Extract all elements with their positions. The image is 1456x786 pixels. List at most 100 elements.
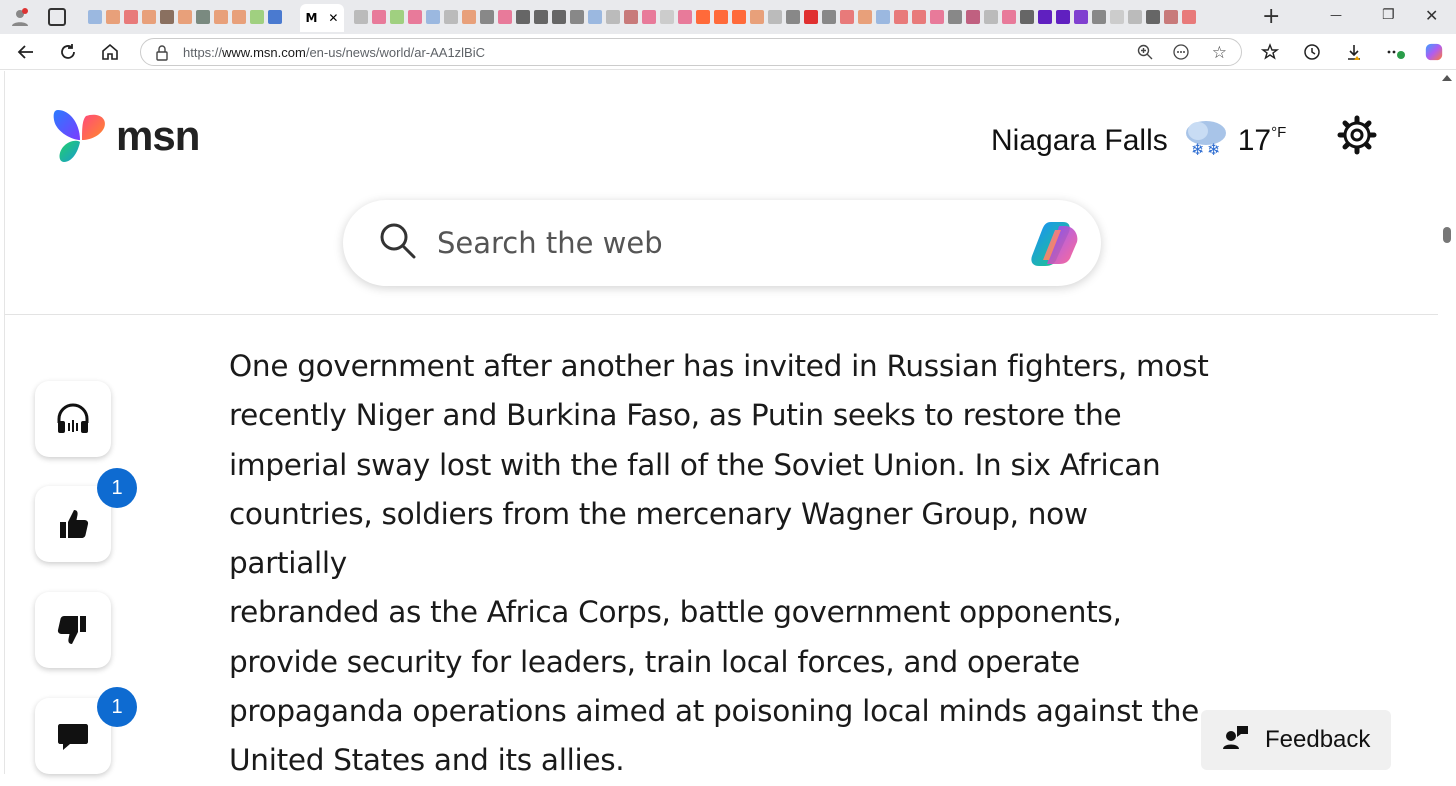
tab-favicon[interactable] <box>840 10 854 24</box>
msn-logo[interactable]: msn <box>50 106 200 166</box>
url-field[interactable]: https://www.msn.com/en-us/news/world/ar-… <box>140 38 1242 66</box>
tab-favicon[interactable] <box>498 10 512 24</box>
tab-favicon[interactable] <box>1002 10 1016 24</box>
tab-favicon[interactable] <box>948 10 962 24</box>
tab-favicon[interactable] <box>984 10 998 24</box>
tab-favicon[interactable] <box>142 10 156 24</box>
tab-favicon[interactable] <box>552 10 566 24</box>
history-icon[interactable] <box>1302 42 1322 62</box>
tab-favicon[interactable] <box>588 10 602 24</box>
extensions-icon[interactable] <box>1386 42 1406 62</box>
tab-favicon[interactable] <box>678 10 692 24</box>
listen-button[interactable] <box>35 381 111 457</box>
tab-favicon[interactable] <box>570 10 584 24</box>
tab-favicon[interactable] <box>714 10 728 24</box>
temp-unit: °F <box>1271 123 1287 141</box>
tab-favicon[interactable] <box>1092 10 1106 24</box>
zoom-icon[interactable] <box>1137 44 1153 63</box>
tab-favicon[interactable] <box>426 10 440 24</box>
reading-mode-icon[interactable] <box>1173 44 1189 63</box>
search-icon[interactable] <box>379 222 417 264</box>
copilot-icon[interactable] <box>1025 216 1085 274</box>
tab-favicon[interactable] <box>822 10 836 24</box>
tab-favicon[interactable] <box>232 10 246 24</box>
tab-favicon[interactable] <box>516 10 530 24</box>
tab-favicon[interactable] <box>1164 10 1178 24</box>
tab-favicon[interactable] <box>1038 10 1052 24</box>
tab-favicon[interactable] <box>642 10 656 24</box>
comment-icon <box>58 724 88 750</box>
profile-icon[interactable] <box>10 7 30 27</box>
dislike-button[interactable] <box>35 592 111 668</box>
feedback-button[interactable]: Feedback <box>1201 710 1391 770</box>
tab-favicon[interactable] <box>178 10 192 24</box>
tab-favicon[interactable] <box>624 10 638 24</box>
lock-icon[interactable] <box>155 45 169 64</box>
new-tab-button[interactable]: + <box>1262 4 1280 29</box>
tab-favicon[interactable] <box>660 10 674 24</box>
tab-favicon[interactable] <box>124 10 138 24</box>
close-window-icon[interactable]: ✕ <box>1425 6 1438 25</box>
tab-favicon[interactable] <box>214 10 228 24</box>
tab-favicon[interactable] <box>1074 10 1088 24</box>
tab-favicon[interactable] <box>696 10 710 24</box>
tab-favicon[interactable] <box>462 10 476 24</box>
refresh-icon[interactable] <box>58 42 78 62</box>
tab-favicon[interactable] <box>894 10 908 24</box>
favorite-star-icon[interactable]: ☆ <box>1212 43 1227 63</box>
tab-favicon[interactable] <box>786 10 800 24</box>
scroll-up-arrow[interactable] <box>1442 75 1452 81</box>
tab-favicon[interactable] <box>1020 10 1034 24</box>
settings-gear-icon[interactable] <box>1335 113 1379 157</box>
tab-favicon[interactable] <box>930 10 944 24</box>
tab-favicon[interactable] <box>408 10 422 24</box>
tab-actions-icon[interactable] <box>48 8 66 26</box>
tab-favicon[interactable] <box>1110 10 1124 24</box>
tab-favicon[interactable] <box>750 10 764 24</box>
tab-favicon[interactable] <box>534 10 548 24</box>
favorites-icon[interactable] <box>1260 42 1280 62</box>
tab-favicon[interactable] <box>390 10 404 24</box>
restore-button[interactable]: ❐ <box>1382 7 1395 23</box>
headphones-icon <box>57 403 89 433</box>
tab-favicon[interactable] <box>876 10 890 24</box>
weather-city: Niagara Falls <box>991 123 1168 157</box>
tab-favicon[interactable] <box>1146 10 1160 24</box>
tab-favicon[interactable] <box>106 10 120 24</box>
home-icon[interactable] <box>100 42 120 62</box>
tab-favicon[interactable] <box>732 10 746 24</box>
tab-active[interactable]: M ✕ <box>300 4 344 32</box>
scrollbar-thumb[interactable] <box>1443 227 1451 243</box>
tab-favicon[interactable] <box>966 10 980 24</box>
weather-widget[interactable]: Niagara Falls ❄ ❄ 17°F <box>991 117 1286 164</box>
tab-favicon[interactable] <box>768 10 782 24</box>
downloads-icon[interactable] <box>1344 42 1364 62</box>
tab-favicon[interactable] <box>444 10 458 24</box>
tab-favicon[interactable] <box>372 10 386 24</box>
tab-favicon[interactable] <box>858 10 872 24</box>
search-input[interactable] <box>437 226 997 260</box>
tab-favicon[interactable] <box>804 10 818 24</box>
tab-favicon[interactable] <box>196 10 210 24</box>
snow-cloud-icon: ❄ ❄ <box>1182 117 1230 164</box>
tab-favicon[interactable] <box>1056 10 1070 24</box>
tab-favicon[interactable] <box>606 10 620 24</box>
article-line: countries, soldiers from the mercenary W… <box>229 496 1088 581</box>
back-icon[interactable] <box>16 42 36 62</box>
tab-favicon[interactable] <box>912 10 926 24</box>
tab-favicon[interactable] <box>354 10 368 24</box>
page-scrollbar[interactable] <box>1438 71 1456 774</box>
tab-close-button[interactable]: ✕ <box>328 11 338 25</box>
tab-favicon[interactable] <box>268 10 282 24</box>
tab-favicon[interactable] <box>250 10 264 24</box>
tab-favicon[interactable] <box>1128 10 1142 24</box>
tab-favicon[interactable] <box>88 10 102 24</box>
feedback-icon <box>1223 724 1249 757</box>
web-search-box[interactable] <box>343 200 1101 286</box>
tab-favicon[interactable] <box>1182 10 1196 24</box>
tab-favicon[interactable] <box>480 10 494 24</box>
minimize-button[interactable]: — <box>1330 8 1342 22</box>
copilot-browser-icon[interactable] <box>1424 42 1444 62</box>
tab-favicon[interactable] <box>160 10 174 24</box>
weather-temp: 17°F <box>1238 124 1287 158</box>
